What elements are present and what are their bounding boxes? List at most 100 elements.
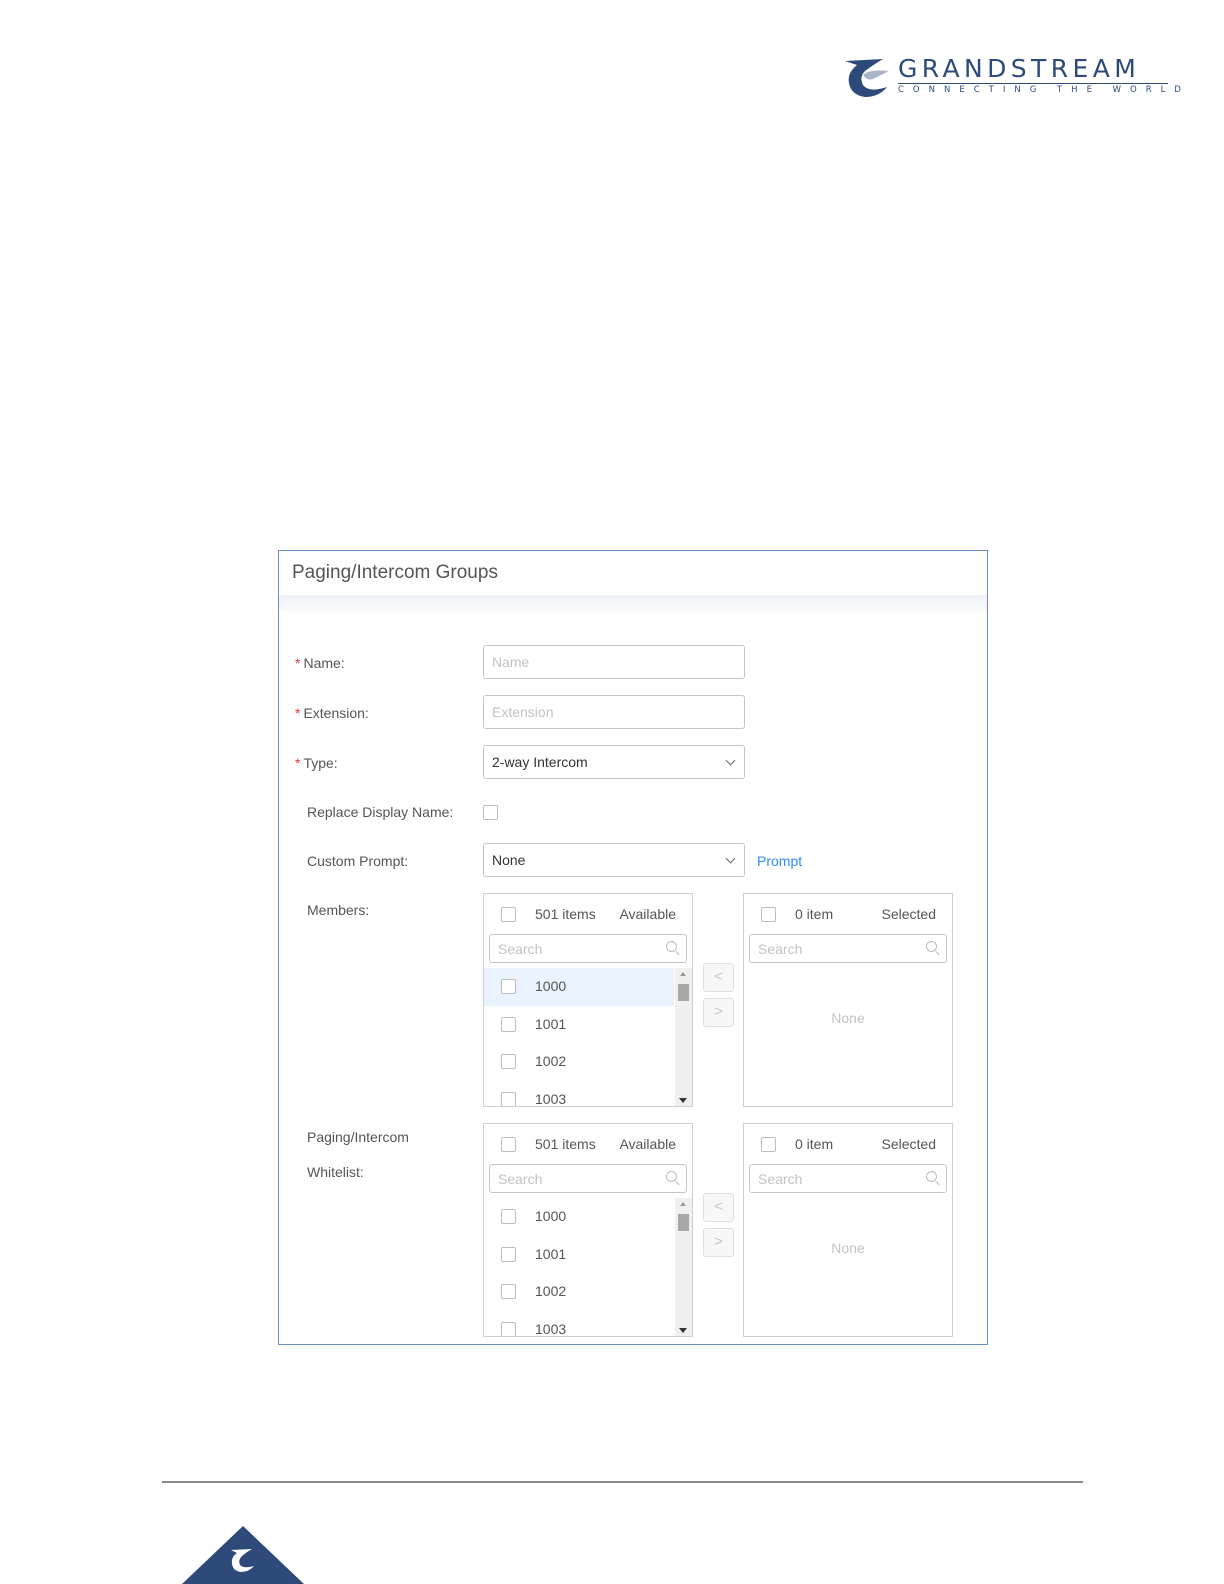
item-label: 1000 bbox=[535, 1208, 567, 1224]
item-label: 1001 bbox=[535, 1245, 567, 1262]
brand-underline bbox=[898, 83, 1168, 84]
scroll-up-icon[interactable] bbox=[680, 1202, 686, 1206]
available-count: 501 items bbox=[535, 1136, 596, 1152]
chevron-down-icon bbox=[725, 755, 736, 766]
list-item[interactable]: 1000 bbox=[484, 968, 674, 1006]
scroll-up-icon[interactable] bbox=[680, 972, 686, 976]
panel-header: 0 item Selected bbox=[744, 894, 952, 934]
select-all-checkbox[interactable] bbox=[761, 1137, 776, 1152]
list-scrollbar[interactable] bbox=[675, 1198, 692, 1336]
list-item[interactable]: 1001 bbox=[484, 1006, 674, 1044]
empty-text: None bbox=[831, 1010, 865, 1026]
prompt-link[interactable]: Prompt bbox=[757, 853, 802, 869]
required-marker: * bbox=[295, 655, 301, 671]
members-selected-panel: 0 item Selected Search None bbox=[743, 893, 953, 1107]
grandstream-swoosh-icon bbox=[845, 59, 889, 97]
available-list: 1000 1001 1002 1003 bbox=[484, 968, 674, 1107]
required-marker: * bbox=[295, 755, 301, 771]
item-checkbox[interactable] bbox=[501, 1016, 516, 1032]
item-checkbox[interactable] bbox=[501, 1246, 516, 1262]
available-title: Available bbox=[619, 906, 676, 922]
whitelist-available-panel: 501 items Available Search 1000 1001 100… bbox=[483, 1123, 693, 1337]
chevron-down-icon bbox=[725, 853, 736, 864]
move-left-button[interactable]: < bbox=[703, 1193, 734, 1222]
item-checkbox[interactable] bbox=[501, 1091, 516, 1106]
item-checkbox[interactable] bbox=[501, 979, 516, 994]
custom-prompt-value: None bbox=[492, 852, 526, 868]
footer-logo-icon bbox=[231, 1549, 254, 1572]
select-all-checkbox[interactable] bbox=[501, 907, 516, 922]
extension-label: * Extension: bbox=[295, 705, 369, 721]
footer-divider bbox=[162, 1481, 1083, 1483]
title-divider bbox=[279, 595, 987, 613]
custom-prompt-select[interactable]: None bbox=[483, 843, 745, 877]
scroll-down-icon[interactable] bbox=[679, 1098, 687, 1103]
extension-input[interactable] bbox=[483, 695, 745, 729]
select-all-checkbox[interactable] bbox=[761, 907, 776, 922]
panel-header: 501 items Available bbox=[484, 894, 692, 934]
available-count: 501 items bbox=[535, 906, 596, 922]
item-checkbox[interactable] bbox=[501, 1321, 516, 1336]
replace-display-name-checkbox[interactable] bbox=[483, 805, 498, 820]
item-label: 1003 bbox=[535, 1090, 567, 1107]
scroll-down-icon[interactable] bbox=[679, 1328, 687, 1333]
search-placeholder: Search bbox=[498, 941, 543, 957]
item-checkbox[interactable] bbox=[501, 1284, 516, 1299]
list-item[interactable]: 1000 bbox=[484, 1198, 674, 1236]
selected-title: Selected bbox=[881, 906, 936, 922]
name-label: * Name: bbox=[295, 655, 345, 671]
list-item[interactable]: 1003 bbox=[484, 1311, 674, 1337]
list-item[interactable]: 1002 bbox=[484, 1043, 674, 1081]
search-icon bbox=[666, 941, 677, 952]
type-select[interactable]: 2-way Intercom bbox=[483, 745, 745, 779]
item-label: 1002 bbox=[535, 1283, 567, 1299]
type-select-value: 2-way Intercom bbox=[492, 754, 588, 770]
selected-title: Selected bbox=[881, 1136, 936, 1152]
search-icon bbox=[926, 1171, 937, 1182]
scroll-thumb[interactable] bbox=[678, 984, 689, 1001]
replace-display-name-label: Replace Display Name: bbox=[307, 804, 454, 820]
members-available-panel: 501 items Available Search 1000 1001 100… bbox=[483, 893, 693, 1107]
paging-intercom-dialog: Paging/Intercom Groups *Name: *Extension… bbox=[278, 550, 988, 1345]
search-placeholder: Search bbox=[758, 941, 803, 957]
list-item[interactable]: 1001 bbox=[484, 1236, 674, 1274]
panel-header: 0 item Selected bbox=[744, 1124, 952, 1164]
brand-tagline: CONNECTING THE WORLD bbox=[898, 85, 1190, 95]
selected-count: 0 item bbox=[795, 906, 834, 922]
scroll-thumb[interactable] bbox=[678, 1214, 689, 1231]
whitelist-selected-panel: 0 item Selected Search None bbox=[743, 1123, 953, 1337]
list-scrollbar[interactable] bbox=[675, 968, 692, 1106]
available-list: 1000 1001 1002 1003 bbox=[484, 1198, 674, 1337]
dialog-title: Paging/Intercom Groups bbox=[292, 562, 498, 583]
item-label: 1003 bbox=[535, 1320, 567, 1337]
item-checkbox[interactable] bbox=[501, 1054, 516, 1069]
available-search-input[interactable]: Search bbox=[489, 934, 687, 963]
panel-header: 501 items Available bbox=[484, 1124, 692, 1164]
item-label: 1000 bbox=[535, 978, 567, 994]
move-right-button[interactable]: > bbox=[703, 1228, 734, 1257]
search-placeholder: Search bbox=[758, 1171, 803, 1187]
item-checkbox[interactable] bbox=[501, 1209, 516, 1224]
move-right-button[interactable]: > bbox=[703, 998, 734, 1027]
search-icon bbox=[926, 941, 937, 952]
list-item[interactable]: 1002 bbox=[484, 1273, 674, 1311]
brand-name: GRANDSTREAM bbox=[898, 54, 1141, 83]
available-search-input[interactable]: Search bbox=[489, 1164, 687, 1193]
available-title: Available bbox=[619, 1136, 676, 1152]
whitelist-label-line2: Whitelist: bbox=[307, 1164, 364, 1180]
select-all-checkbox[interactable] bbox=[501, 1137, 516, 1152]
selected-search-input[interactable]: Search bbox=[749, 1164, 947, 1193]
type-label: * Type: bbox=[295, 755, 338, 771]
selected-search-input[interactable]: Search bbox=[749, 934, 947, 963]
list-item[interactable]: 1003 bbox=[484, 1081, 674, 1107]
search-placeholder: Search bbox=[498, 1171, 543, 1187]
empty-text: None bbox=[831, 1240, 865, 1256]
required-marker: * bbox=[295, 705, 301, 721]
item-label: 1001 bbox=[535, 1015, 567, 1032]
move-left-button[interactable]: < bbox=[703, 963, 734, 992]
item-label: 1002 bbox=[535, 1053, 567, 1069]
selected-count: 0 item bbox=[795, 1136, 834, 1152]
whitelist-label-line1: Paging/Intercom bbox=[307, 1129, 409, 1145]
name-input[interactable] bbox=[483, 645, 745, 679]
grandstream-logo: GRANDSTREAM CONNECTING THE WORLD bbox=[843, 52, 1181, 102]
